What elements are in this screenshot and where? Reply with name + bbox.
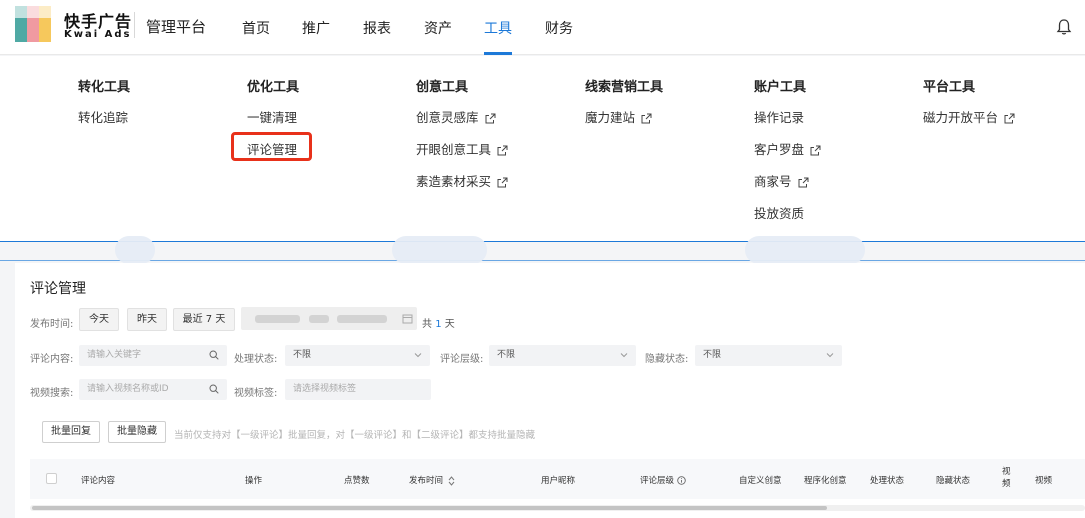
redaction-blur [392,236,487,264]
column-header-hidden-status: 隐藏状态 [936,476,971,486]
comments-table-header: 评论内容 操作 点赞数 发布时间 用户昵称 评论层级 自定义创意 程序化创意 处… [30,459,1085,499]
chevron-down-icon [414,353,422,358]
menu-column-title: 优化工具 [247,80,300,95]
menu-column-title: 转化工具 [78,80,131,95]
top-navigation-bar: 快手广告 Kwai Ads 管理平台 首页 推广 报表 资产 工具 财务 [0,0,1085,55]
video-search-label: 视频搜索: [30,388,74,399]
handle-status-label: 处理状态: [234,354,278,365]
menu-column-title: 创意工具 [416,80,469,95]
menu-item-magnetic-open-platform[interactable]: 磁力开放平台 [923,108,1015,128]
nav-item-finance[interactable]: 财务 [545,18,573,38]
nav-item-reports[interactable]: 报表 [363,18,391,38]
brand-name-en: Kwai Ads [64,29,132,40]
column-header-video: 视频 [1002,467,1011,489]
menu-item-magic-site[interactable]: 魔力建站 [585,108,663,128]
chevron-down-icon [620,353,628,358]
menu-item-conversion-tracking[interactable]: 转化追踪 [78,108,130,128]
menu-column-platform: 平台工具 磁力开放平台 [923,76,1015,128]
external-link-icon [810,145,821,156]
select-all-checkbox[interactable] [46,473,57,484]
last-7-days-button[interactable]: 最近 7 天 [173,308,235,331]
nav-active-underline [484,52,512,55]
redaction-blur [115,236,155,264]
page-title: 评论管理 [30,281,86,297]
brand-divider [134,12,135,38]
publish-time-label: 发布时间: [30,319,74,330]
menu-item-kaiyan-creative[interactable]: 开眼创意工具 [416,140,508,160]
menu-column-creative: 创意工具 创意灵感库 开眼创意工具 素造素材采买 [416,76,508,192]
nav-item-assets[interactable]: 资产 [424,18,452,38]
external-link-icon [641,113,652,124]
menu-item-creative-library[interactable]: 创意灵感库 [416,108,508,128]
handle-status-select[interactable]: 不限 [285,345,430,366]
menu-item-merchant-account[interactable]: 商家号 [754,172,821,192]
menu-column-leads: 线索营销工具 魔力建站 [585,76,663,128]
chevron-down-icon [826,353,834,358]
batch-hide-button[interactable]: 批量隐藏 [108,421,166,443]
menu-item-material-purchase[interactable]: 素造素材采买 [416,172,508,192]
column-header-nickname: 用户昵称 [541,476,576,486]
menu-column-title: 账户工具 [754,80,807,95]
external-link-icon [497,177,508,188]
column-header-video-more: 视频 [1035,476,1053,486]
comment-keyword-input[interactable]: 请输入关键字 [79,345,227,366]
scrollbar-thumb[interactable] [32,506,827,510]
column-header-custom-creative: 自定义创意 [739,476,782,486]
batch-hint-text: 当前仅支持对【一级评论】批量回复，对【一级评论】和【二级评论】都支持批量隐藏 [174,430,536,441]
column-header-handle-status: 处理状态 [870,476,905,486]
batch-reply-button[interactable]: 批量回复 [42,421,100,443]
redaction-blur [745,236,865,264]
column-header-level: 评论层级 [640,474,686,486]
comment-level-label: 评论层级: [440,354,484,365]
sort-icon [448,475,455,486]
kwai-ads-logo[interactable] [15,6,51,42]
menu-item-ad-qualification[interactable]: 投放资质 [754,204,821,224]
divider-line [0,241,1085,242]
bell-icon[interactable] [1056,18,1072,36]
column-header-programmatic-creative: 程序化创意 [804,476,847,486]
column-header-publish-time[interactable]: 发布时间 [409,474,455,486]
comment-management-panel: 评论管理 发布时间: 今天 昨天 最近 7 天 共 1 天 评论内容: 请输入关… [15,263,1085,518]
video-tag-select[interactable]: 请选择视频标签 [285,379,431,400]
horizontal-scrollbar[interactable] [30,505,1085,511]
comment-content-label: 评论内容: [30,354,74,365]
comment-level-select[interactable]: 不限 [489,345,636,366]
yesterday-button[interactable]: 昨天 [127,308,167,331]
column-header-content: 评论内容 [81,476,116,486]
menu-column-conversion: 转化工具 转化追踪 [78,76,130,128]
search-icon [209,384,219,394]
hidden-status-select[interactable]: 不限 [695,345,842,366]
date-range-picker[interactable] [241,307,417,330]
search-icon [209,350,219,360]
menu-item-customer-compass[interactable]: 客户罗盘 [754,140,821,160]
menu-item-one-click-cleanup[interactable]: 一键清理 [247,108,299,128]
nav-item-home[interactable]: 首页 [242,18,270,38]
nav-item-tools[interactable]: 工具 [484,18,512,38]
external-link-icon [485,113,496,124]
menu-item-operation-log[interactable]: 操作记录 [754,108,821,128]
platform-title: 管理平台 [146,18,207,36]
column-header-action: 操作 [245,476,263,486]
hidden-status-label: 隐藏状态: [645,354,689,365]
menu-column-title: 线索营销工具 [585,80,664,95]
calendar-icon [402,314,413,324]
menu-column-title: 平台工具 [923,80,976,95]
video-search-input[interactable]: 请输入视频名称或ID [79,379,227,400]
external-link-icon [798,177,809,188]
menu-column-account: 账户工具 操作记录 客户罗盘 商家号 投放资质 [754,76,821,224]
info-icon[interactable] [677,476,686,485]
nav-item-promotion[interactable]: 推广 [302,18,330,38]
date-range-total: 共 1 天 [422,319,455,330]
highlight-annotation-box [231,132,312,161]
column-header-likes: 点赞数 [344,476,370,486]
external-link-icon [1004,113,1015,124]
external-link-icon [497,145,508,156]
tools-dropdown-menu: 转化工具 转化追踪 优化工具 一键清理 评论管理 创意工具 创意灵感库 开眼创意… [0,56,1085,241]
today-button[interactable]: 今天 [79,308,119,331]
video-tag-label: 视频标签: [234,388,278,399]
divider-line [0,260,1085,261]
